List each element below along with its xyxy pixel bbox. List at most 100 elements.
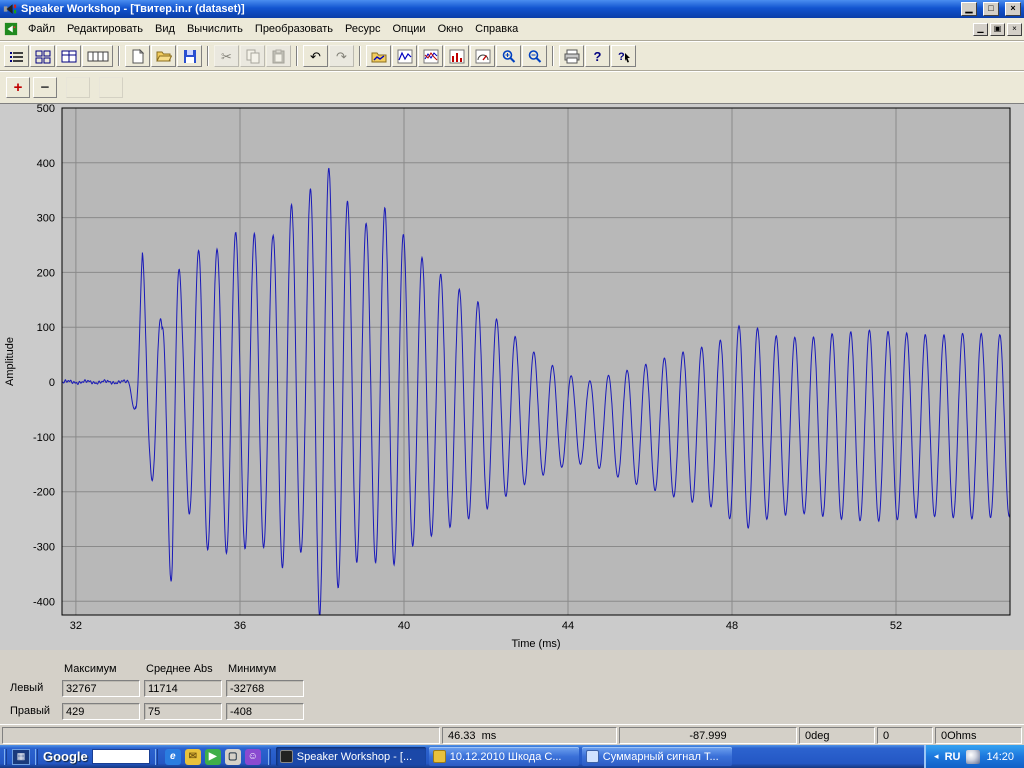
minimize-button[interactable]: ▁ — [961, 2, 977, 16]
menu-item-6[interactable]: Ресурс — [339, 20, 386, 38]
google-logo: Google — [43, 749, 88, 764]
stats-value-r1-c3: -32768 — [226, 680, 304, 697]
toolbar-separator — [296, 46, 298, 66]
zoom-out-button[interactable] — [522, 45, 547, 67]
media-player-icon[interactable]: ▶ — [205, 749, 221, 765]
mail-icon[interactable]: ✉ — [185, 749, 201, 765]
svg-text:48: 48 — [726, 620, 738, 632]
view-table-button[interactable] — [56, 45, 81, 67]
stats-value-r2-c3: -408 — [226, 703, 304, 720]
desktop-toolbar-icon[interactable]: ▦ — [12, 749, 30, 765]
menu-item-4[interactable]: Вычислить — [181, 20, 249, 38]
status-field-6: 0Ohms — [935, 727, 1022, 744]
svg-text:300: 300 — [37, 213, 55, 225]
stats-header-3: Минимум — [226, 663, 304, 675]
svg-text:?: ? — [618, 51, 625, 63]
import-chart-button[interactable] — [366, 45, 391, 67]
menu-item-2[interactable]: Редактировать — [61, 20, 149, 38]
stats-panel: МаксимумСреднее AbsМинимумЛевый327671171… — [0, 649, 1024, 724]
close-button[interactable]: × — [1005, 2, 1021, 16]
chart-bars-button[interactable] — [444, 45, 469, 67]
google-search-input[interactable] — [92, 749, 150, 764]
mdi-close-button[interactable]: × — [1007, 23, 1022, 36]
stats-value-r2-c2: 75 — [144, 703, 222, 720]
chart-line-button[interactable] — [392, 45, 417, 67]
task-button-icon — [433, 750, 446, 763]
svg-text:-100: -100 — [33, 432, 55, 444]
clock: 14:20 — [986, 751, 1014, 763]
edit-toolbar: + − — [0, 71, 1024, 103]
main-toolbar: ✂ ↶ ↷ ? ? — [0, 41, 1024, 71]
chart-multi-button[interactable] — [418, 45, 443, 67]
svg-text:44: 44 — [562, 620, 574, 632]
menu-item-3[interactable]: Вид — [149, 20, 181, 38]
disabled-button — [66, 77, 90, 98]
redo-button[interactable]: ↷ — [329, 45, 354, 67]
svg-text:0: 0 — [49, 377, 55, 389]
about-button[interactable]: ? — [585, 45, 610, 67]
google-deskbar: Google — [43, 749, 150, 764]
cut-button[interactable]: ✂ — [214, 45, 239, 67]
save-button[interactable] — [177, 45, 202, 67]
mdi-minimize-button[interactable]: ▁ — [973, 23, 988, 36]
svg-text:32: 32 — [70, 620, 82, 632]
new-file-button[interactable] — [125, 45, 150, 67]
menu-item-8[interactable]: Окно — [432, 20, 470, 38]
copy-button[interactable] — [240, 45, 265, 67]
context-help-button[interactable]: ? — [611, 45, 636, 67]
menu-item-9[interactable]: Справка — [469, 20, 524, 38]
language-indicator[interactable]: RU — [945, 751, 961, 763]
menu-bar: ФайлРедактироватьВидВычислитьПреобразова… — [0, 18, 1024, 41]
menu-item-5[interactable]: Преобразовать — [249, 20, 339, 38]
minus-icon: − — [41, 79, 50, 96]
maximize-button[interactable]: □ — [983, 2, 999, 16]
mdi-controls: ▁ ▣ × — [971, 23, 1022, 36]
internet-explorer-icon[interactable]: e — [165, 749, 181, 765]
status-field-1 — [2, 727, 440, 744]
task-button-icon — [280, 750, 293, 763]
view-summary-button[interactable] — [4, 45, 29, 67]
taskbar-button-1[interactable]: Speaker Workshop - [... — [276, 747, 426, 766]
paste-button[interactable] — [266, 45, 291, 67]
svg-text:100: 100 — [37, 322, 55, 334]
svg-text:200: 200 — [37, 267, 55, 279]
svg-text:40: 40 — [398, 620, 410, 632]
toolbar-separator — [552, 46, 554, 66]
help-icon: ? — [594, 50, 602, 63]
taskbar-grip[interactable] — [4, 749, 7, 765]
menu-item-7[interactable]: Опции — [386, 20, 431, 38]
svg-text:400: 400 — [37, 158, 55, 170]
stats-value-r1-c2: 11714 — [144, 680, 222, 697]
taskbar-grip[interactable] — [268, 749, 271, 765]
stats-value-r1-c1: 32767 — [62, 680, 140, 697]
stats-header-2: Среднее Abs — [144, 663, 222, 675]
zoom-in-button[interactable] — [496, 45, 521, 67]
view-keys-button[interactable] — [82, 45, 113, 67]
undo-button[interactable]: ↶ — [303, 45, 328, 67]
taskbar-grip[interactable] — [155, 749, 158, 765]
tray-chevron-icon[interactable]: ◂ — [934, 751, 939, 762]
messenger-icon[interactable]: ☺ — [245, 749, 261, 765]
svg-text:-400: -400 — [33, 596, 55, 608]
waveform-chart[interactable]: 5004003002001000-100-200-300-40032364044… — [0, 103, 1024, 649]
stats-header-1: Максимум — [62, 663, 140, 675]
add-point-button[interactable]: + — [6, 77, 30, 98]
taskbar-grip[interactable] — [35, 749, 38, 765]
mdi-restore-button[interactable]: ▣ — [990, 23, 1005, 36]
remove-point-button[interactable]: − — [33, 77, 57, 98]
show-desktop-icon[interactable]: ▢ — [225, 749, 241, 765]
print-button[interactable] — [559, 45, 584, 67]
view-grid-button[interactable] — [30, 45, 55, 67]
document-icon — [4, 22, 18, 36]
speaker-workshop-window: Speaker Workshop - [Твитер.in.r (dataset… — [0, 0, 1024, 768]
taskbar-button-2[interactable]: 10.12.2010 Шкода С... — [429, 747, 579, 766]
task-button-label: Speaker Workshop - [... — [297, 751, 412, 763]
volume-tray-icon[interactable] — [966, 750, 980, 764]
meter-button[interactable] — [470, 45, 495, 67]
toolbar-separator — [207, 46, 209, 66]
open-file-button[interactable] — [151, 45, 176, 67]
status-field-2: 46.33 ms — [442, 727, 617, 744]
stats-row-label-2: Правый — [8, 705, 58, 717]
taskbar-button-3[interactable]: Суммарный сигнал Т... — [582, 747, 732, 766]
menu-item-1[interactable]: Файл — [22, 20, 61, 38]
